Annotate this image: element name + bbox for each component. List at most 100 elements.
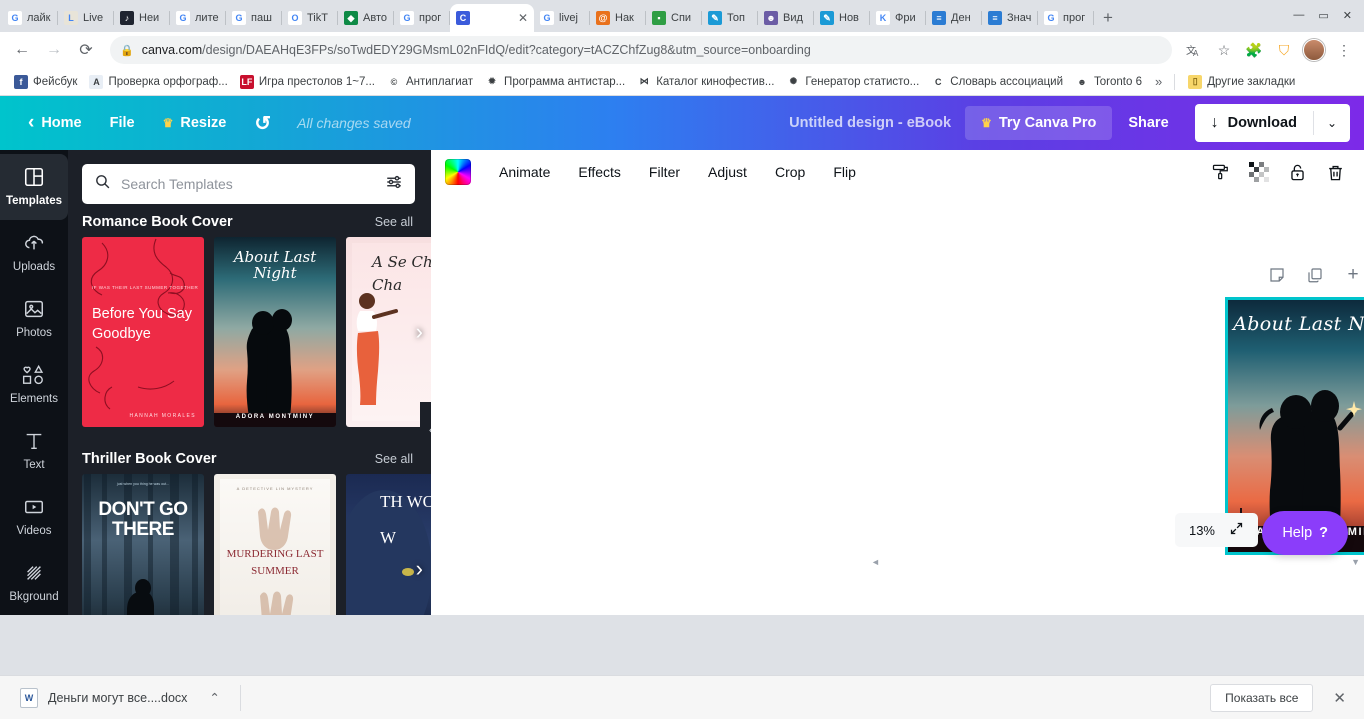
browser-tab[interactable]: Gпрог bbox=[1038, 4, 1094, 32]
template-card[interactable]: A DETECTIVE LIN MYSTERY MURDERING LAST S… bbox=[214, 474, 336, 615]
show-all-downloads-button[interactable]: Показать все bbox=[1210, 683, 1314, 712]
sidebar-item-bkground[interactable]: Bkground bbox=[0, 549, 68, 615]
chevron-up-icon[interactable]: ⌃ bbox=[209, 690, 219, 705]
translate-icon[interactable]: 文A bbox=[1182, 38, 1206, 62]
sidebar-item-text[interactable]: Text bbox=[0, 417, 68, 483]
bookmark-item[interactable]: A Проверка орфограф... bbox=[83, 72, 233, 92]
browser-tab[interactable]: ✎ Топ bbox=[702, 4, 758, 32]
bookmark-item[interactable]: LF Игра престолов 1~7... bbox=[234, 72, 381, 92]
page-notes-icon[interactable] bbox=[1266, 264, 1288, 286]
browser-tab[interactable]: Gпрог bbox=[394, 4, 450, 32]
lock-icon[interactable] bbox=[1282, 157, 1312, 187]
new-tab-button[interactable]: + bbox=[1094, 4, 1122, 32]
browser-tab[interactable]: ✎ Нов bbox=[814, 4, 870, 32]
browser-tab[interactable]: ♪ Неи bbox=[114, 4, 170, 32]
browser-tab[interactable]: C ✕ bbox=[450, 4, 534, 32]
browser-tab[interactable]: ☻ Вид bbox=[758, 4, 814, 32]
sidebar-item-uploads[interactable]: Uploads bbox=[0, 220, 68, 286]
expand-arrows-icon[interactable] bbox=[1229, 521, 1244, 539]
template-card[interactable]: just when you thing he was out... DON'T … bbox=[82, 474, 204, 615]
tab-adjust[interactable]: Adjust bbox=[696, 157, 759, 187]
trash-icon[interactable] bbox=[1320, 157, 1350, 187]
see-all-link[interactable]: See all bbox=[375, 215, 413, 229]
minimize-button[interactable]: — bbox=[1293, 9, 1304, 21]
template-card[interactable]: TH WO ON W bbox=[346, 474, 431, 615]
add-page-icon[interactable]: + bbox=[1342, 264, 1364, 286]
browser-tab[interactable]: Gлите bbox=[170, 4, 226, 32]
close-shelf-icon[interactable]: ✕ bbox=[1325, 689, 1354, 707]
bookmark-item[interactable]: f Фейсбук bbox=[8, 72, 83, 92]
transparency-checker-icon[interactable] bbox=[1244, 157, 1274, 187]
bookmark-item[interactable]: ✹ Программа антистар... bbox=[479, 72, 631, 92]
shield-icon[interactable]: ⛉ bbox=[1272, 38, 1296, 62]
browser-tab[interactable]: ◆ Авто bbox=[338, 4, 394, 32]
download-main[interactable]: ↓ Download bbox=[1195, 104, 1313, 142]
scroll-right-icon[interactable]: ▼ bbox=[1351, 557, 1360, 567]
sidebar-item-elements[interactable]: Elements bbox=[0, 352, 68, 418]
try-canva-pro-button[interactable]: ♛ Try Canva Pro bbox=[965, 106, 1113, 140]
reload-icon[interactable]: ⟳ bbox=[72, 36, 100, 64]
carousel-next-icon[interactable]: › bbox=[416, 319, 423, 345]
other-bookmarks-folder[interactable]: ▯ Другие закладки bbox=[1182, 72, 1301, 92]
sidebar-item-photos[interactable]: Photos bbox=[0, 286, 68, 352]
collapse-panel-button[interactable]: ‹ bbox=[420, 402, 431, 456]
browser-tab[interactable]: Gлайк bbox=[2, 4, 58, 32]
search-input[interactable] bbox=[121, 176, 375, 192]
bookmark-star-icon[interactable]: ☆ bbox=[1212, 38, 1236, 62]
see-all-link[interactable]: See all bbox=[375, 452, 413, 466]
home-button[interactable]: ‹ Home bbox=[14, 104, 96, 142]
rainbow-swatch-icon[interactable] bbox=[445, 159, 471, 185]
browser-menu-icon[interactable]: ⋮ bbox=[1332, 38, 1356, 62]
puzzle-extension-icon[interactable]: 🧩 bbox=[1242, 38, 1266, 62]
browser-tab[interactable]: ≡ Знач bbox=[982, 4, 1038, 32]
filter-sliders-icon[interactable] bbox=[385, 173, 403, 196]
tab-effects[interactable]: Effects bbox=[566, 157, 633, 187]
canvas-area[interactable]: + About Last Night ADORA MONTMIN bbox=[431, 194, 1364, 615]
chevron-down-icon[interactable]: ⌄ bbox=[1314, 116, 1350, 130]
zoom-control[interactable]: 13% bbox=[1174, 513, 1258, 547]
tab-animate[interactable]: Animate bbox=[487, 157, 562, 187]
bookmark-item[interactable]: ☻ Toronto 6 bbox=[1069, 72, 1148, 92]
bookmark-item[interactable]: ✺ Генератор статисто... bbox=[780, 72, 925, 92]
sidebar-item-templates[interactable]: Templates bbox=[0, 154, 68, 220]
bookmark-item[interactable]: © Антиплагиат bbox=[381, 72, 479, 92]
browser-tab[interactable]: @ Нак bbox=[590, 4, 646, 32]
search-templates-bar[interactable] bbox=[82, 164, 415, 204]
tab-filter[interactable]: Filter bbox=[637, 157, 692, 187]
download-item[interactable]: W Деньги могут все....docx ⌃ bbox=[10, 683, 230, 713]
carousel-next-icon[interactable]: › bbox=[416, 556, 423, 582]
back-icon[interactable]: ← bbox=[8, 36, 36, 64]
address-bar[interactable]: 🔒 canva.com/design/DAEAHqE3FPs/soTwdEDY2… bbox=[110, 36, 1172, 64]
bookmarks-overflow-button[interactable]: » bbox=[1150, 72, 1167, 91]
browser-tab[interactable]: ≡ Ден bbox=[926, 4, 982, 32]
scroll-left-icon[interactable]: ◄ bbox=[871, 557, 880, 567]
template-card[interactable]: IF WAS THEIR LAST SUMMER TOGETHER Before… bbox=[82, 237, 204, 427]
avatar[interactable] bbox=[1302, 38, 1326, 62]
forward-icon[interactable]: → bbox=[40, 36, 68, 64]
tab-flip[interactable]: Flip bbox=[821, 157, 868, 187]
download-button[interactable]: ↓ Download ⌄ bbox=[1194, 104, 1350, 142]
copy-style-roller-icon[interactable] bbox=[1206, 157, 1236, 187]
browser-tab[interactable]: Gпаш bbox=[226, 4, 282, 32]
bookmark-item[interactable]: ⋈ Каталог кинофестив... bbox=[631, 72, 780, 92]
sidebar-item-videos[interactable]: Videos bbox=[0, 483, 68, 549]
horizontal-scrollbar[interactable]: ◄ ▼ bbox=[867, 557, 1364, 567]
help-button[interactable]: Help ? bbox=[1262, 511, 1348, 555]
duplicate-page-icon[interactable] bbox=[1304, 264, 1326, 286]
browser-tab[interactable]: Glivej bbox=[534, 4, 590, 32]
browser-tab[interactable]: ▪ Спи bbox=[646, 4, 702, 32]
browser-tab[interactable]: L Live bbox=[58, 4, 114, 32]
design-title[interactable]: Untitled design - eBook bbox=[775, 115, 965, 131]
tab-crop[interactable]: Crop bbox=[763, 157, 817, 187]
template-card[interactable]: About Last Night ADORA MONTMINY bbox=[214, 237, 336, 427]
file-menu-button[interactable]: File bbox=[96, 107, 149, 139]
maximize-button[interactable]: ▭ bbox=[1318, 9, 1328, 22]
tab-close-icon[interactable]: ✕ bbox=[518, 12, 528, 24]
share-button[interactable]: Share bbox=[1112, 106, 1184, 140]
browser-tab[interactable]: K Фри bbox=[870, 4, 926, 32]
resize-button[interactable]: ♛ Resize bbox=[149, 107, 241, 139]
bookmark-item[interactable]: C Словарь ассоциаций bbox=[925, 72, 1069, 92]
browser-tab[interactable]: O TikT bbox=[282, 4, 338, 32]
undo-icon[interactable]: ↺ bbox=[240, 103, 285, 144]
close-window-button[interactable]: ✕ bbox=[1343, 9, 1352, 22]
